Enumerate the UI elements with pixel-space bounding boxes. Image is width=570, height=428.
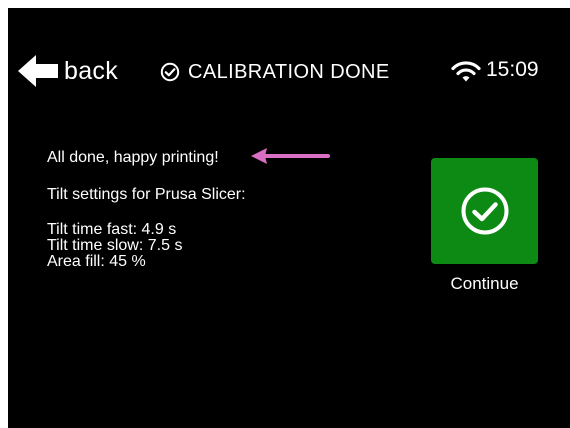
check-circle-icon (160, 62, 188, 82)
area-fill: Area fill: 45 % (47, 253, 146, 270)
clock: 15:09 (486, 58, 539, 81)
continue-label: Continue (450, 274, 519, 293)
wifi-icon (451, 61, 481, 83)
tilt-settings-heading: Tilt settings for Prusa Slicer: (47, 186, 246, 203)
tilt-time-slow: Tilt time slow: 7.5 s (47, 237, 183, 254)
arrow-left-annotation-icon (250, 146, 332, 166)
back-button[interactable]: back (18, 54, 118, 88)
tilt-time-fast: Tilt time fast: 4.9 s (47, 221, 177, 238)
back-label: back (64, 56, 119, 85)
continue-button[interactable] (431, 158, 538, 264)
printer-screen: back CALIBRATION DONE 15:09 All done, ha… (8, 8, 570, 428)
calibration-summary: All done, happy printing! Tilt settings … (47, 148, 246, 270)
arrow-left-icon (18, 54, 58, 88)
page-title-text: CALIBRATION DONE (188, 60, 390, 83)
check-circle-icon (459, 185, 511, 237)
done-message: All done, happy printing! (47, 149, 219, 166)
page-title: CALIBRATION DONE (160, 58, 390, 86)
